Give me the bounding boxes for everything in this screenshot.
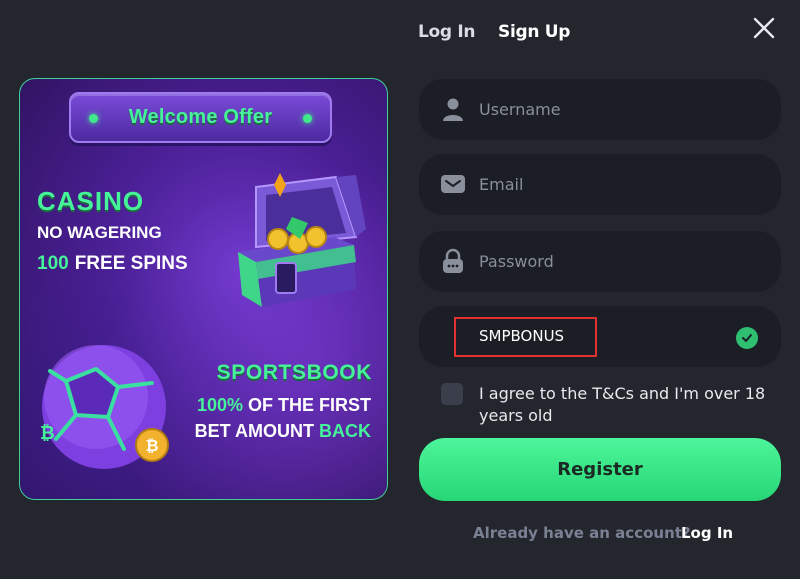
svg-text:₿: ₿ — [145, 436, 158, 455]
casino-free-spins: 100 FREE SPINS — [37, 253, 188, 275]
terms-label: I agree to the T&Cs and I'm over 18 year… — [479, 384, 766, 425]
sportsbook-line2-main: BET AMOUNT — [194, 421, 319, 441]
check-icon — [742, 334, 752, 342]
username-field[interactable]: Username — [419, 79, 781, 140]
close-button[interactable] — [750, 14, 778, 42]
soccer-ball-icon: ₿ ₿ — [40, 345, 169, 469]
welcome-offer-pill: Welcome Offer — [69, 92, 332, 143]
username-placeholder: Username — [479, 100, 561, 119]
bitcoin-coin-icon — [20, 79, 21, 80]
free-spins-label: FREE SPINS — [74, 253, 188, 274]
pill-dot-right — [303, 114, 312, 123]
pill-dot-left — [89, 114, 98, 123]
email-field[interactable]: Email — [419, 154, 781, 215]
treasure-chest-icon — [238, 173, 366, 307]
tab-login[interactable]: Log In — [418, 22, 476, 42]
user-icon — [443, 98, 463, 121]
promo-code-value[interactable]: SMPBONUS — [479, 327, 564, 345]
sportsbook-percent: 100% — [196, 395, 243, 415]
lock-icon — [443, 248, 463, 273]
promo-valid-badge — [736, 327, 758, 349]
email-placeholder: Email — [479, 175, 524, 194]
email-icon — [441, 175, 465, 193]
casino-no-wagering: NO WAGERING — [37, 223, 162, 242]
terms-checkbox[interactable] — [441, 383, 463, 405]
svg-text:₿: ₿ — [40, 423, 55, 444]
sportsbook-line2: BET AMOUNT BACK — [195, 421, 371, 442]
sportsbook-line1: 100% OF THE FIRST — [197, 395, 371, 416]
welcome-offer-banner: Welcome Offer CASINO NO WAGERING 100 FREE… — [19, 78, 388, 500]
sportsbook-back: BACK — [319, 421, 371, 441]
password-placeholder: Password — [479, 252, 554, 271]
password-field[interactable]: Password — [419, 231, 781, 292]
welcome-offer-title: Welcome Offer — [128, 106, 273, 128]
casino-title: CASINO — [37, 186, 145, 216]
free-spins-count: 100 — [37, 253, 69, 274]
close-icon — [753, 17, 775, 39]
sportsbook-title: SPORTSBOOK — [216, 361, 372, 384]
already-have-account-text: Already have an account? — [473, 524, 691, 542]
login-link[interactable]: Log In — [681, 524, 733, 542]
register-button[interactable]: Register — [419, 438, 781, 501]
tab-signup[interactable]: Sign Up — [498, 22, 570, 42]
sportsbook-line1-rest: OF THE FIRST — [243, 395, 371, 415]
